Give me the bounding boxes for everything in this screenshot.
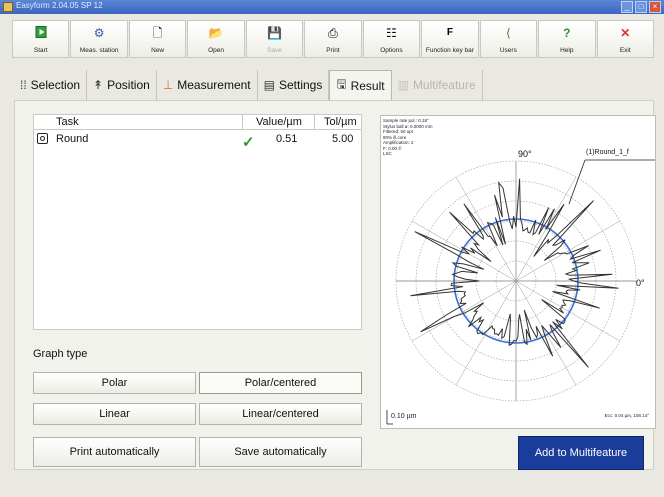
meas-station-button[interactable]: ⚙ Meas. station xyxy=(70,20,128,58)
polar-grid xyxy=(395,160,637,402)
tab-position-label: Position xyxy=(107,78,150,92)
graph-type-label: Graph type xyxy=(33,348,88,360)
value-column-header[interactable]: Value/µm xyxy=(256,116,302,128)
tab-selection-label: Selection xyxy=(30,78,81,92)
open-icon: 📂 xyxy=(208,26,224,40)
function-key-bar-button[interactable]: F Function key bar xyxy=(421,20,479,58)
linear-button[interactable]: Linear xyxy=(33,403,196,425)
polar-centered-button[interactable]: Polar/centered xyxy=(199,372,362,394)
print-label: Print xyxy=(326,47,340,54)
start-label: Start xyxy=(33,47,48,54)
multifeature-icon: ▥ xyxy=(397,78,409,92)
start-button[interactable]: Start xyxy=(12,20,70,58)
station-icon: ⚙ xyxy=(93,26,105,40)
print-button[interactable]: ⎙ Print xyxy=(304,20,362,58)
exit-button[interactable]: ✕ Exit xyxy=(596,20,654,58)
exit-icon: ✕ xyxy=(620,26,631,40)
measurement-icon: ⊥ xyxy=(162,78,174,92)
help-button[interactable]: ? Help xyxy=(538,20,596,58)
main-tabs: ⁞⁞ Selection ↟ Position ⊥ Measurement ▤ … xyxy=(14,70,534,100)
window-controls: _ □ × xyxy=(621,1,661,13)
main-toolbar: Start ⚙ Meas. station 🗋 New 📂 Open 💾 Sav… xyxy=(12,20,654,58)
tab-measurement-label: Measurement xyxy=(177,78,251,92)
app-icon xyxy=(3,2,13,12)
selection-icon: ⁞⁞ xyxy=(20,78,27,92)
add-to-multifeature-button[interactable]: Add to Multifeature xyxy=(518,436,644,470)
save-button[interactable]: 💾 Save xyxy=(245,20,304,58)
start-icon xyxy=(35,26,47,38)
function-key-bar-label: Function key bar xyxy=(425,47,474,54)
new-icon: 🗋 xyxy=(152,26,163,40)
grid-spoke xyxy=(455,280,517,386)
position-icon: ↟ xyxy=(93,78,104,92)
options-button[interactable]: ☷ Options xyxy=(362,20,421,58)
task-name: Round xyxy=(56,133,89,145)
help-label: Help xyxy=(560,47,574,54)
users-label: Users xyxy=(499,47,517,54)
task-column-header[interactable]: Task xyxy=(56,116,79,128)
task-value: 0.51 xyxy=(276,133,298,145)
exit-label: Exit xyxy=(619,47,631,54)
task-list: Task Value/µm Tol/µm Round ✓ 0.51 5.00 xyxy=(33,114,362,330)
column-divider[interactable] xyxy=(314,115,315,129)
meas-station-label: Meas. station xyxy=(79,47,119,54)
new-label: New xyxy=(151,47,165,54)
legend-leader-line xyxy=(568,159,586,205)
check-icon: ✓ xyxy=(242,134,255,151)
open-label: Open xyxy=(208,47,225,54)
print-icon: ⎙ xyxy=(328,26,338,40)
polar-graph-svg xyxy=(386,159,655,425)
help-icon: ? xyxy=(563,26,571,40)
print-automatically-button[interactable]: Print automatically xyxy=(33,437,196,467)
new-button[interactable]: 🗋 New xyxy=(128,20,187,58)
close-window-button[interactable]: × xyxy=(649,1,661,13)
result-icon: 🖫 xyxy=(336,77,347,91)
settings-icon: ▤ xyxy=(263,78,275,92)
column-divider[interactable] xyxy=(242,115,243,129)
minimize-button[interactable]: _ xyxy=(621,1,633,13)
trace-legend: (1)Round_1_f xyxy=(586,149,629,156)
save-automatically-button[interactable]: Save automatically xyxy=(199,437,362,467)
tab-position[interactable]: ↟ Position xyxy=(87,70,157,100)
eccentricity-readout: Ecc: 0.04 µm, 108.14° xyxy=(604,413,649,418)
round-feature-icon xyxy=(37,133,48,144)
scale-label: 0.10 µm xyxy=(391,413,417,420)
users-button[interactable]: ⟨ Users xyxy=(479,20,538,58)
users-icon: ⟨ xyxy=(506,26,511,40)
save-icon: 💾 xyxy=(267,26,282,40)
options-icon: ☷ xyxy=(386,26,397,40)
tab-result[interactable]: 🖫 Result xyxy=(329,70,392,100)
polar-plot: Sample rate pol.: 0.18° Stylus ball ø: 0… xyxy=(380,115,656,429)
maximize-button[interactable]: □ xyxy=(635,1,647,13)
tab-multifeature[interactable]: ▥ Multifeature xyxy=(392,70,483,100)
tab-result-label: Result xyxy=(350,78,385,93)
polar-button[interactable]: Polar xyxy=(33,372,196,394)
tab-settings-label: Settings xyxy=(278,78,323,92)
tab-multifeature-label: Multifeature xyxy=(412,78,476,92)
table-row[interactable]: Round ✓ 0.51 5.00 xyxy=(34,131,361,151)
save-label: Save xyxy=(267,47,282,54)
tol-column-header[interactable]: Tol/µm xyxy=(324,116,357,128)
tab-settings[interactable]: ▤ Settings xyxy=(258,70,330,100)
tab-selection[interactable]: ⁞⁞ Selection xyxy=(14,70,88,100)
options-label: Options xyxy=(380,47,403,54)
tab-measurement[interactable]: ⊥ Measurement xyxy=(157,70,258,100)
linear-centered-button[interactable]: Linear/centered xyxy=(199,403,362,425)
task-tolerance: 5.00 xyxy=(332,133,354,145)
title-bar: Easyform 2.04.05 SP 12 _ □ × xyxy=(0,0,664,14)
roundness-trace xyxy=(410,178,619,368)
open-button[interactable]: 📂 Open xyxy=(187,20,245,58)
window-title: Easyform 2.04.05 SP 12 xyxy=(16,1,103,10)
task-list-header: Task Value/µm Tol/µm xyxy=(34,115,361,130)
function-key-icon: F xyxy=(446,27,453,38)
label-90-deg: 90° xyxy=(518,149,532,159)
label-0-deg: 0° xyxy=(636,278,645,288)
